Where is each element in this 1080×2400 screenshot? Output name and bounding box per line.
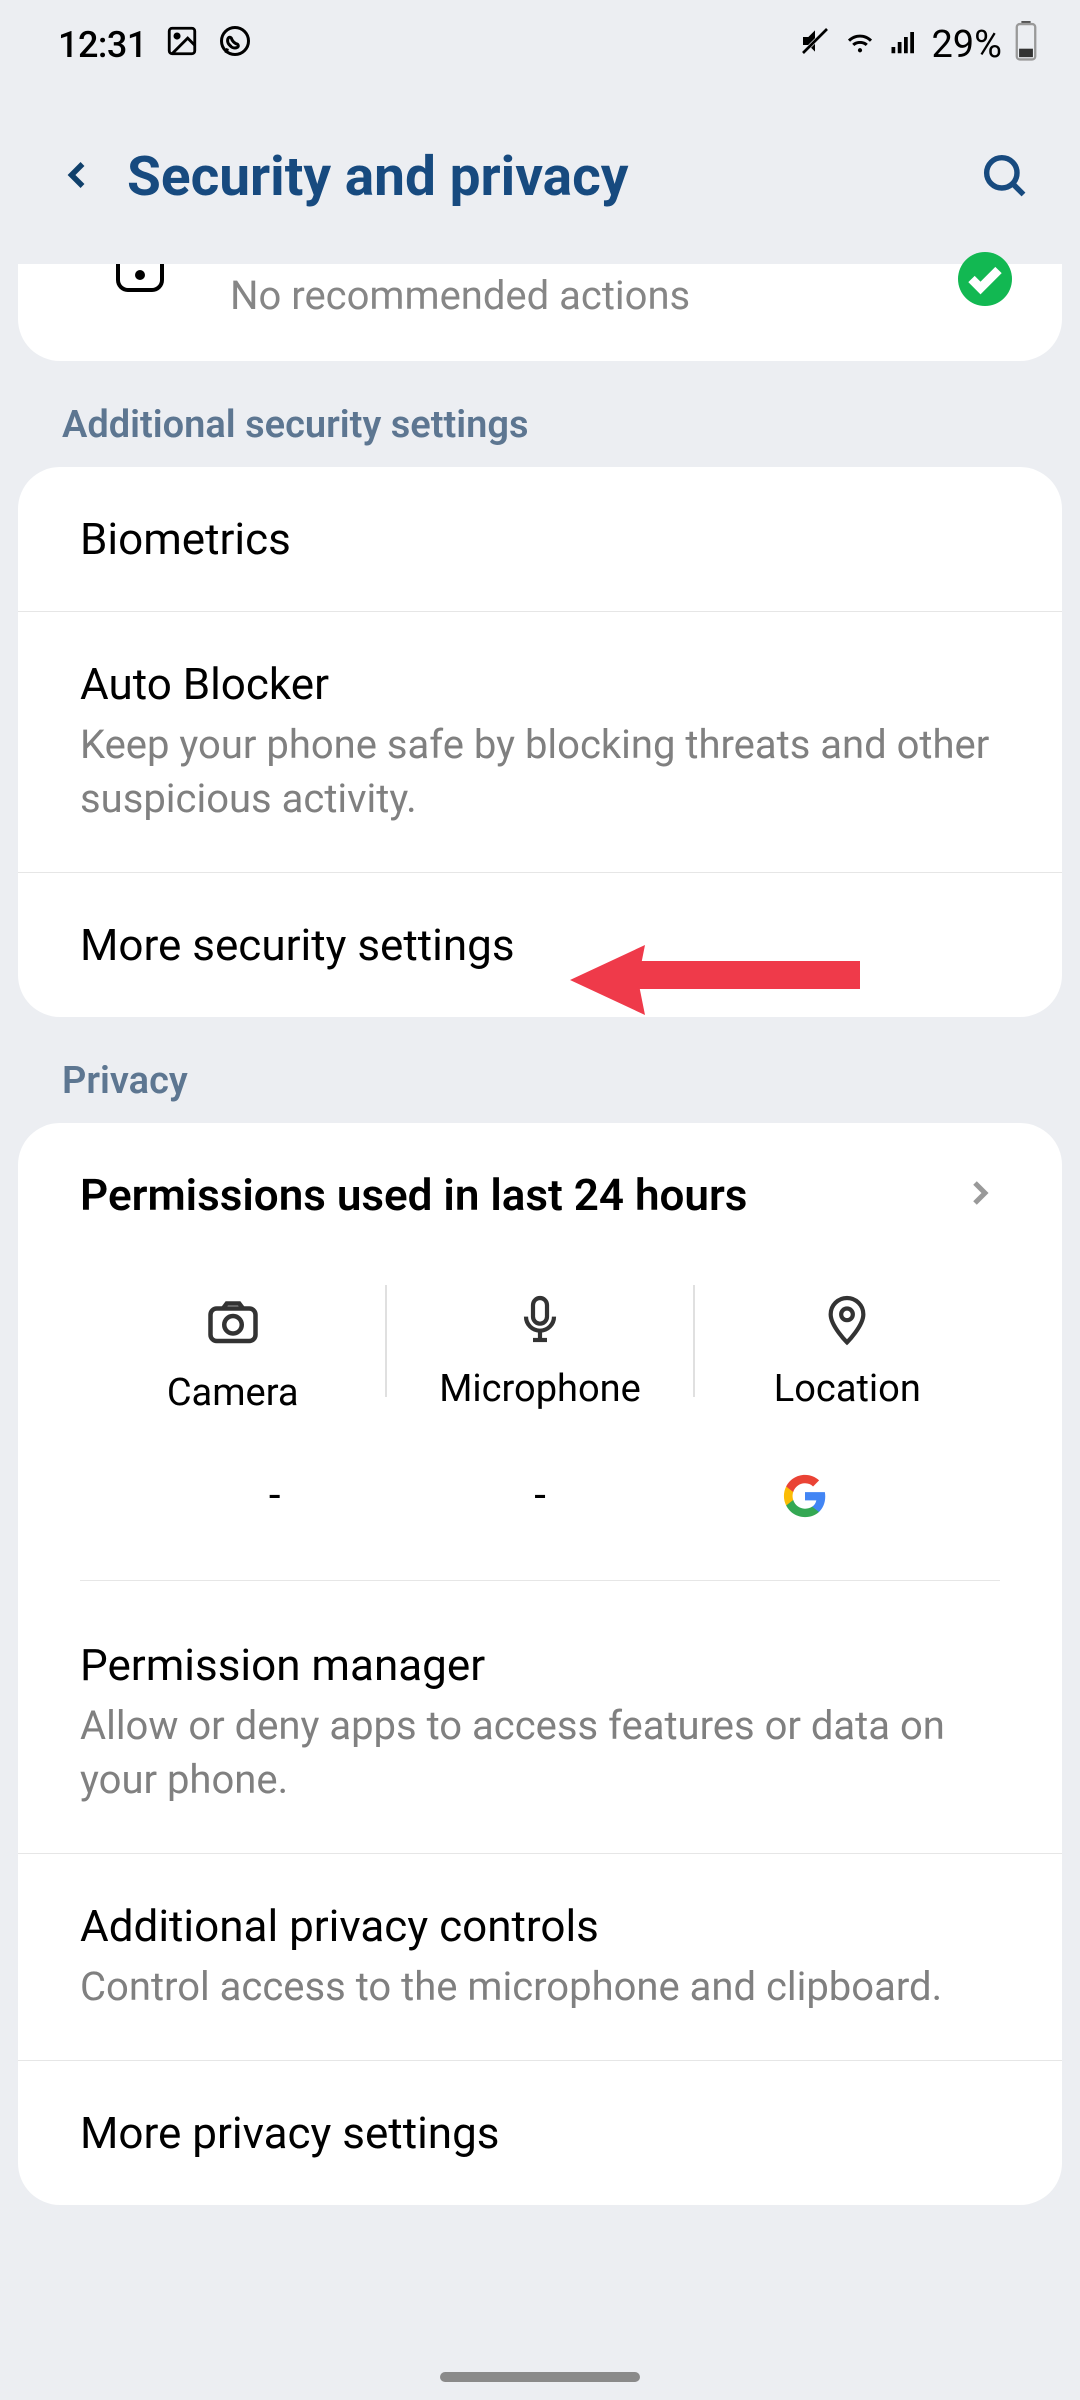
chevron-right-icon	[960, 1173, 1000, 1217]
check-icon	[958, 252, 1012, 306]
microphone-apps: -	[407, 1471, 672, 1520]
auto-blocker-row[interactable]: Auto Blocker Keep your phone safe by blo…	[18, 612, 1062, 873]
permissions-used-label: Permissions used in last 24 hours	[80, 1169, 747, 1221]
additional-privacy-sub: Control access to the microphone and cli…	[80, 1960, 1000, 2014]
camera-cell[interactable]: Camera	[80, 1267, 385, 1439]
battery-text: 29%	[931, 23, 1002, 67]
permissions-apps-row: - -	[80, 1463, 1000, 1581]
google-icon	[782, 1473, 828, 1519]
location-cell[interactable]: Location	[695, 1267, 1000, 1439]
biometrics-label: Biometrics	[80, 513, 1000, 565]
auto-blocker-label: Auto Blocker	[80, 658, 1000, 710]
permissions-used-row[interactable]: Permissions used in last 24 hours	[18, 1123, 1062, 1267]
wifi-icon	[843, 24, 877, 67]
permission-manager-sub: Allow or deny apps to access features or…	[80, 1699, 1000, 1807]
additional-privacy-label: Additional privacy controls	[80, 1900, 1000, 1952]
status-time: 12:31	[58, 24, 147, 66]
camera-label: Camera	[167, 1371, 299, 1415]
back-button[interactable]	[55, 153, 99, 201]
camera-icon	[203, 1291, 263, 1355]
page-title: Security and privacy	[127, 145, 950, 209]
location-icon	[819, 1291, 875, 1351]
mute-icon	[799, 24, 831, 66]
privacy-card: Permissions used in last 24 hours Camera…	[18, 1123, 1062, 2205]
permission-manager-row[interactable]: Permission manager Allow or deny apps to…	[18, 1581, 1062, 1854]
camera-apps: -	[142, 1471, 407, 1520]
recommendations-subtitle: No recommended actions	[230, 272, 1000, 319]
more-privacy-label: More privacy settings	[80, 2107, 1000, 2159]
battery-icon	[1014, 21, 1038, 70]
search-button[interactable]	[978, 149, 1030, 205]
nav-handle[interactable]	[440, 2372, 640, 2382]
section-header-privacy: Privacy	[0, 1017, 1080, 1123]
permission-manager-label: Permission manager	[80, 1639, 1000, 1691]
more-security-row[interactable]: More security settings	[18, 873, 1062, 1017]
status-bar: 12:31 29%	[0, 0, 1080, 90]
auto-blocker-sub: Keep your phone safe by blocking threats…	[80, 718, 1000, 826]
whatsapp-icon	[217, 23, 253, 68]
more-privacy-row[interactable]: More privacy settings	[18, 2061, 1062, 2205]
additional-security-card: Biometrics Auto Blocker Keep your phone …	[18, 467, 1062, 1017]
location-label: Location	[774, 1367, 921, 1411]
location-apps	[673, 1471, 938, 1520]
picture-icon	[165, 24, 199, 67]
recommendations-card[interactable]: No recommended actions	[18, 264, 1062, 361]
more-security-label: More security settings	[80, 919, 1000, 971]
microphone-label: Microphone	[439, 1367, 641, 1411]
biometrics-row[interactable]: Biometrics	[18, 467, 1062, 612]
permissions-grid: Camera Microphone Location	[18, 1267, 1062, 1463]
microphone-cell[interactable]: Microphone	[387, 1267, 692, 1439]
section-header-additional: Additional security settings	[0, 361, 1080, 467]
microphone-icon	[512, 1291, 568, 1351]
signal-icon	[889, 24, 919, 66]
additional-privacy-row[interactable]: Additional privacy controls Control acce…	[18, 1854, 1062, 2061]
header: Security and privacy	[0, 90, 1080, 264]
